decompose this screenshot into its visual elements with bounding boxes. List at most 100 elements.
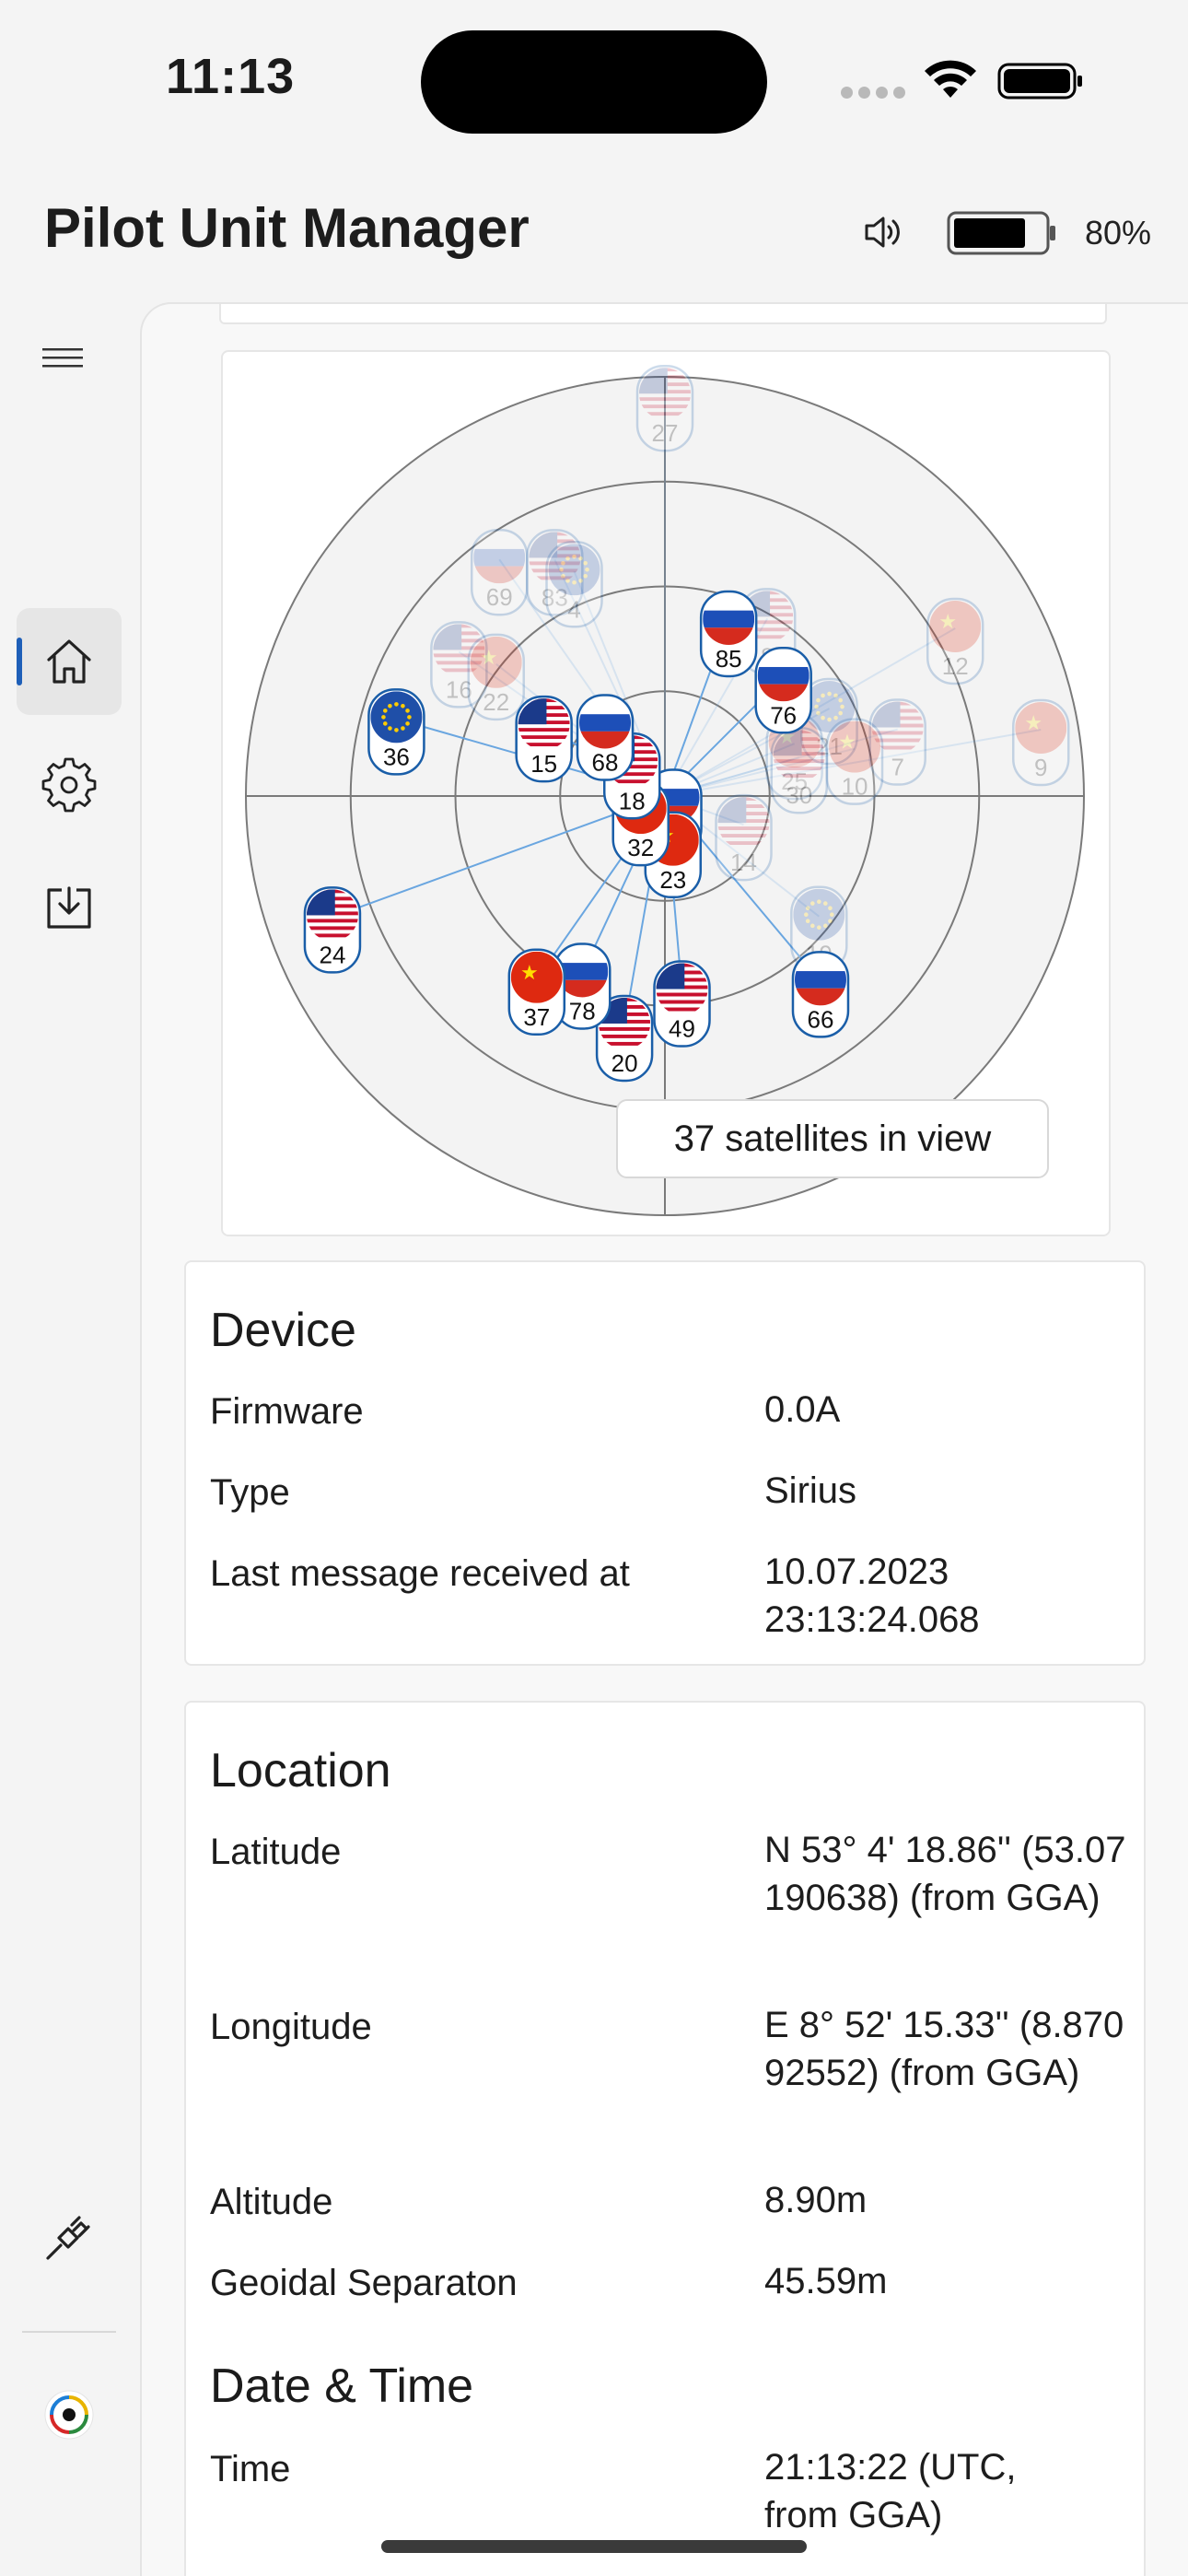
battery-percent: 80% [1085,214,1152,252]
altitude-label: Altitude [210,2182,333,2222]
sidebar-item-settings[interactable] [17,732,122,838]
download-icon [47,886,91,929]
us-flag-icon [518,698,570,751]
satellite-label: 23 [659,866,686,894]
us-flag-icon [306,889,358,942]
plug-icon[interactable] [41,2207,99,2266]
us-flag-icon [656,963,708,1015]
home-indicator [381,2540,807,2553]
satellite-label: 27 [652,419,679,447]
battery-icon [947,211,1055,255]
location-card: Location Latitude N 53° 4' 18.86'' (53.0… [184,1701,1146,2576]
satellite-label: 4 [567,595,580,623]
cn-flag-icon: ★ [510,951,563,1003]
svg-text:★: ★ [938,611,957,634]
ru-flag-icon [703,592,755,645]
app-screen: 11:13 Pilot Unit Manager 80% 27 ★ 12 7 3… [0,0,1188,2576]
cn-flag-icon: ★ [829,720,881,773]
satellite-76: 76 [754,647,812,734]
eu-flag-icon [370,691,423,744]
satellite-30: 30 [770,726,829,814]
satellite-label: 36 [383,743,410,770]
firmware-value: 0.0A [764,1389,841,1430]
menu-icon[interactable] [41,341,85,378]
satellite-85: 85 [699,590,758,678]
satellite-27: 27 [635,364,694,452]
ru-flag-icon [579,697,632,749]
satellite-68: 68 [576,694,635,781]
speaker-icon[interactable] [859,208,907,256]
home-icon [47,639,91,684]
geoidal-separation-value: 45.59m [764,2261,888,2301]
satellite-label: 76 [770,701,797,729]
wifi-icon [925,60,976,98]
last-message-value: 10.07.2023 23:13:24.068 [764,1551,980,1640]
satellite-14: 14 [715,793,773,882]
satellite-label: 85 [716,645,742,673]
latitude-value: N 53° 4' 18.86'' (53.07190638) (from GGA… [764,1830,1126,1918]
ru-flag-icon [473,532,526,584]
status-battery-icon [997,63,1082,100]
satellite-4: 4 [545,541,603,628]
svg-text:★: ★ [838,732,856,755]
svg-text:★: ★ [520,962,539,985]
us-flag-icon [639,368,691,420]
ru-flag-icon [794,954,846,1006]
time-label: Time [210,2449,291,2489]
satellite-label: 14 [730,849,757,876]
us-flag-icon [773,730,825,782]
satellite-24: 24 [303,886,362,974]
sidebar-item-home[interactable] [17,608,122,715]
svg-text:★: ★ [1024,712,1042,735]
sidebar-divider [22,2331,116,2333]
satellite-12: ★ 12 [926,597,984,685]
satellite-label: 37 [523,1003,550,1031]
satellite-66: 66 [791,951,850,1038]
cn-flag-icon: ★ [470,636,522,688]
type-label: Type [210,1472,290,1513]
longitude-label: Longitude [210,2007,372,2047]
satellite-22: ★ 22 [467,633,525,721]
satellite-69: 69 [470,528,529,616]
satellite-label: 32 [627,834,654,861]
eu-flag-icon [548,544,600,596]
satellite-37: ★ 37 [507,948,566,1036]
satellites-in-view-badge: 37 satellites in view [616,1099,1049,1178]
previous-card [219,304,1107,324]
altitude-value: 8.90m [764,2180,868,2220]
satellite-10: ★ 10 [825,718,884,805]
signal-dots-icon [841,87,905,99]
main-content[interactable]: 278★12217★2530★10★914196916★228348576665… [140,302,1188,2576]
app-title: Pilot Unit Manager [44,197,530,259]
ru-flag-icon [757,650,809,702]
location-title: Location [210,1744,391,1797]
dynamic-island [421,30,767,134]
firmware-label: Firmware [210,1391,364,1432]
status-time: 11:13 [166,49,296,104]
satellite-label: 49 [669,1015,695,1043]
satellite-label: 20 [611,1049,638,1077]
satellite-9: ★9 [1012,698,1070,787]
latitude-label: Latitude [210,1832,342,1872]
satellite-49: 49 [653,960,711,1048]
satellite-label: 66 [808,1005,834,1033]
satellite-label: 30 [786,781,812,809]
date-time-title: Date & Time [210,2359,474,2413]
satellite-label: 78 [569,997,596,1025]
satellite-label: 24 [319,941,345,968]
cn-flag-icon: ★ [929,601,982,652]
gear-icon [41,757,97,813]
geoidal-separation-label: Geoidal Separaton [210,2263,518,2303]
sidebar-item-download[interactable] [17,855,122,962]
satellite-label: 10 [842,773,868,801]
us-flag-icon [717,797,770,849]
cn-flag-icon: ★ [1015,702,1067,755]
satellite-label: 7 [891,754,903,781]
satellite-label: 68 [592,749,619,777]
status-bar: 11:13 [0,0,1188,157]
satellite-36: 36 [367,688,425,776]
satellite-label: 18 [619,787,646,814]
satellite-label: 12 [942,652,969,680]
satellite-label: 69 [486,583,513,611]
longitude-value: E 8° 52' 15.33'' (8.87092552) (from GGA) [764,2005,1124,2093]
